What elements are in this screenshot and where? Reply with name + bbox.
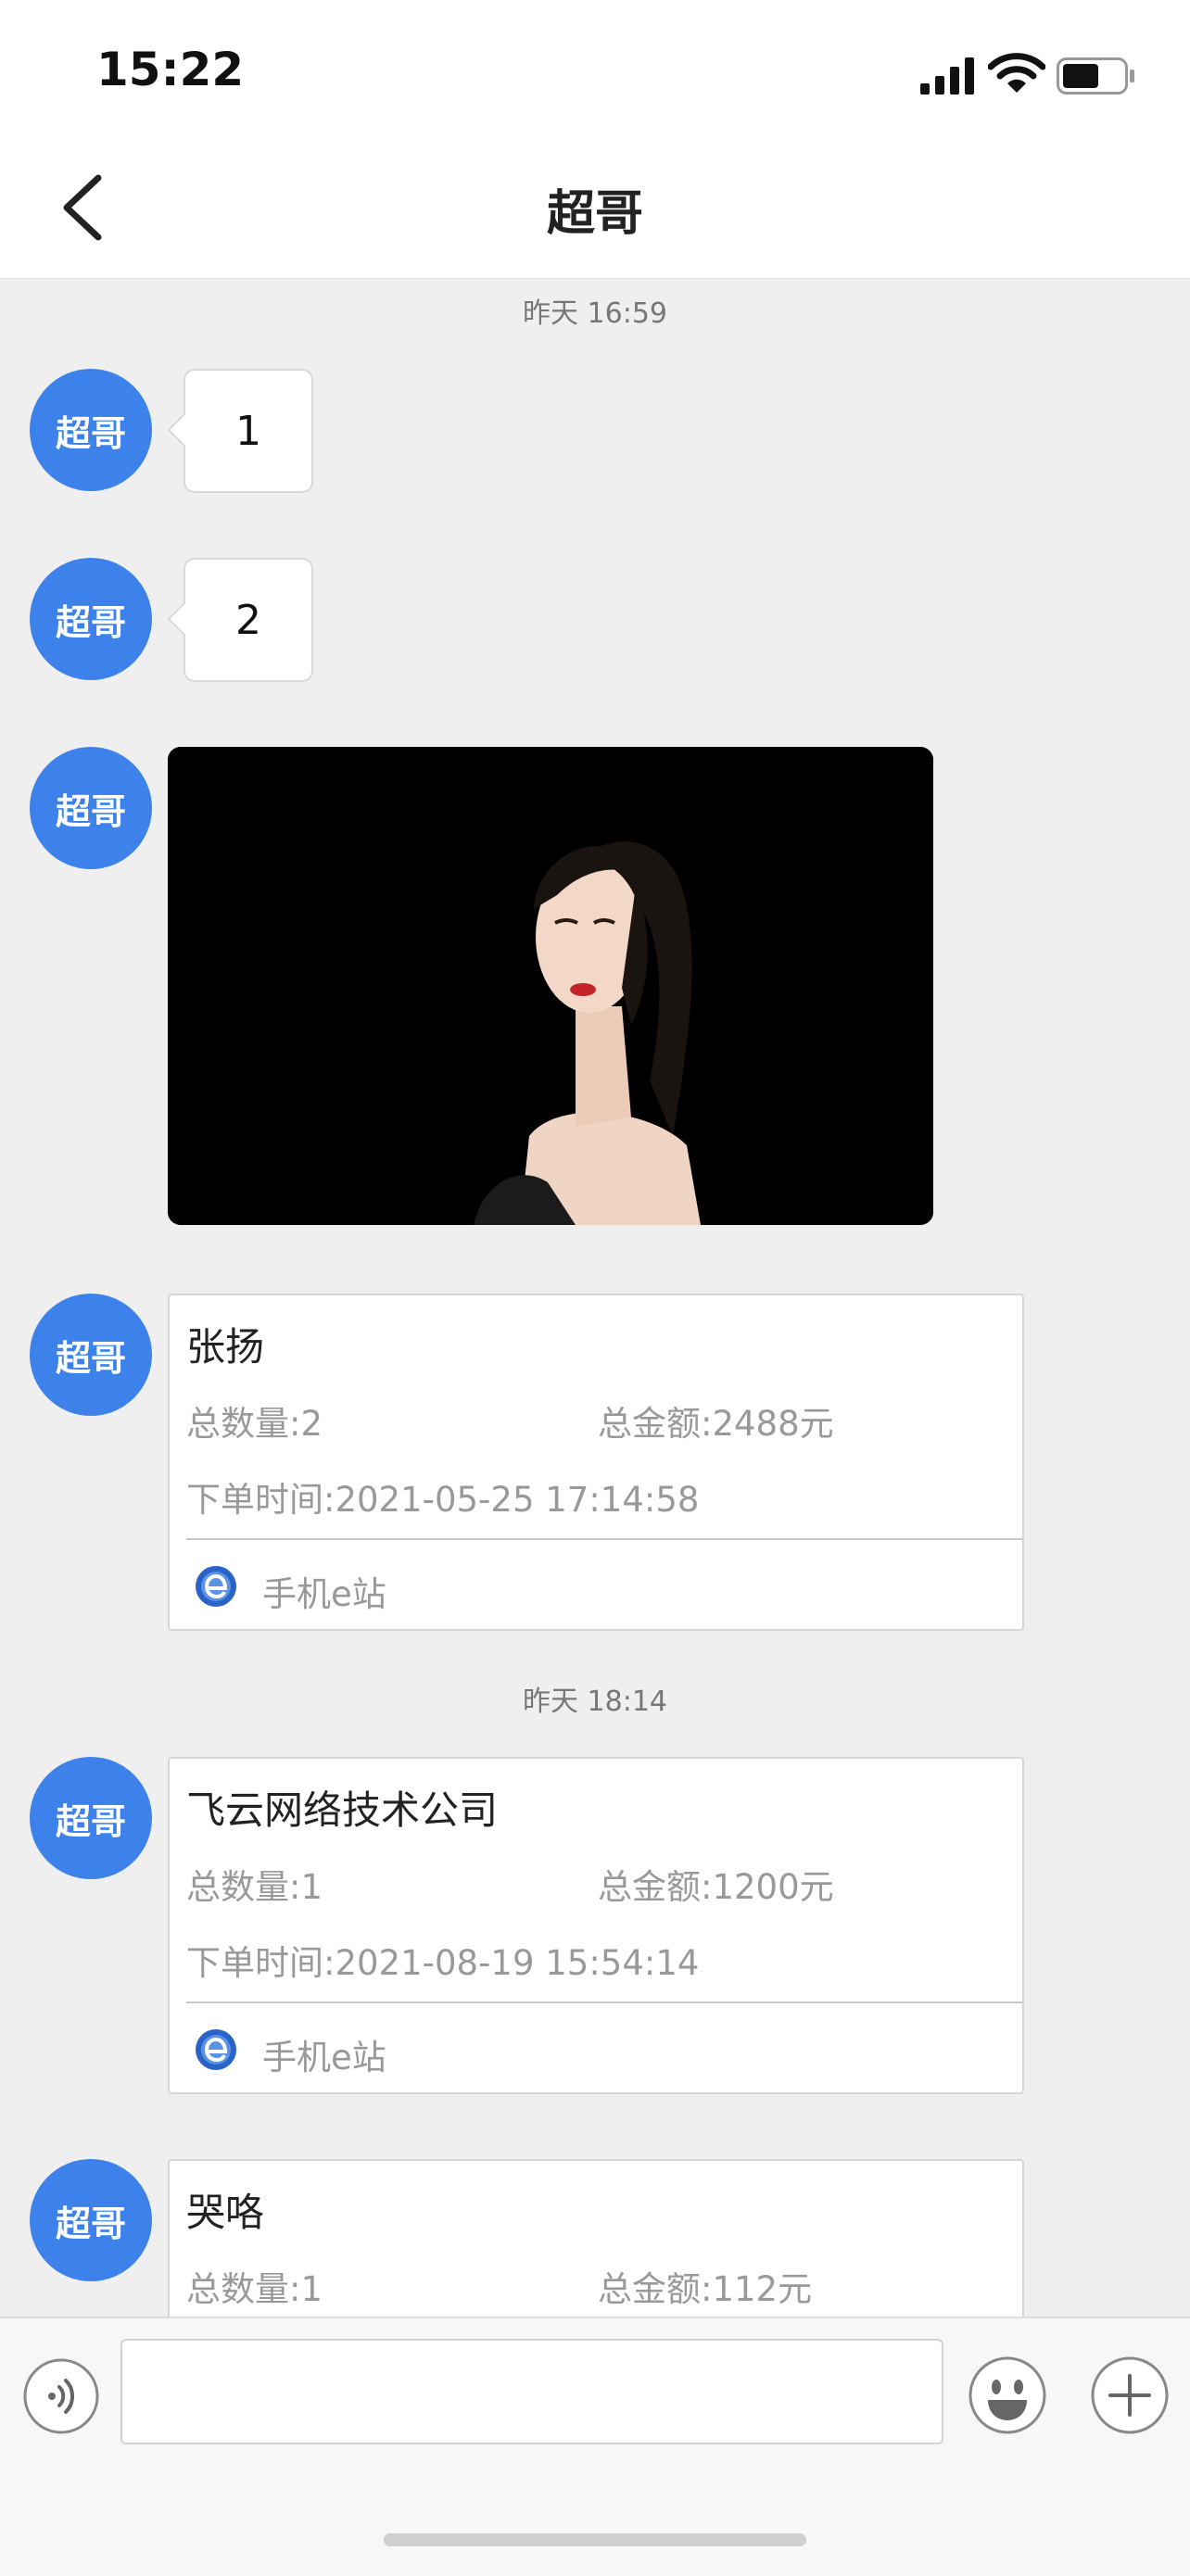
avatar[interactable]: 超哥	[30, 2159, 152, 2281]
order-amount: 总金额:2488元	[598, 1404, 834, 1444]
avatar[interactable]: 超哥	[30, 1294, 152, 1416]
avatar[interactable]: 超哥	[30, 1757, 152, 1879]
message-input[interactable]	[120, 2339, 943, 2444]
portrait-photo	[168, 747, 933, 1225]
order-amount: 总金额:1200元	[598, 1867, 834, 1907]
divider	[186, 2001, 1022, 2003]
status-time: 15:22	[96, 43, 245, 96]
order-time: 下单时间:2021-08-19 15:54:14	[186, 1943, 700, 1983]
order-name: 张扬	[186, 1324, 265, 1370]
order-source: 手机e站	[262, 1574, 386, 1614]
nav-header: 超哥	[0, 139, 1190, 279]
order-name: 哭咯	[186, 2190, 265, 2235]
divider	[186, 1538, 1022, 1540]
wifi-icon	[988, 53, 1045, 93]
emoji-icon[interactable]	[968, 2355, 1047, 2435]
home-indicator	[384, 2533, 806, 2546]
order-card[interactable]: 张扬 总数量:2 总金额:2488元 下单时间:2021-05-25 17:14…	[168, 1294, 1024, 1631]
ie-logo-icon	[196, 2029, 236, 2070]
order-card[interactable]: 飞云网络技术公司 总数量:1 总金额:1200元 下单时间:2021-08-19…	[168, 1757, 1024, 2094]
order-amount: 总金额:112元	[598, 2269, 813, 2309]
order-quantity: 总数量:1	[186, 2269, 323, 2309]
signal-icon	[920, 57, 974, 95]
avatar[interactable]: 超哥	[30, 369, 152, 491]
order-name: 飞云网络技术公司	[186, 1787, 499, 1833]
order-time: 下单时间:2021-05-25 17:14:58	[186, 1480, 700, 1520]
order-quantity: 总数量:1	[186, 1867, 323, 1907]
ie-logo-icon	[196, 1566, 236, 1607]
order-source: 手机e站	[262, 2038, 386, 2077]
timestamp: 昨天 18:14	[523, 1686, 667, 1718]
avatar[interactable]: 超哥	[30, 747, 152, 869]
avatar[interactable]: 超哥	[30, 558, 152, 680]
image-message[interactable]	[168, 747, 933, 1225]
message-bubble[interactable]: 2	[184, 558, 313, 682]
battery-icon	[1057, 57, 1134, 95]
order-quantity: 总数量:2	[186, 1404, 323, 1444]
status-bar: 15:22	[0, 0, 1190, 139]
message-bubble[interactable]: 1	[184, 369, 313, 493]
voice-icon[interactable]	[22, 2357, 100, 2435]
timestamp: 昨天 16:59	[523, 297, 667, 330]
page-title: 超哥	[546, 186, 643, 242]
plus-icon[interactable]	[1090, 2355, 1170, 2435]
